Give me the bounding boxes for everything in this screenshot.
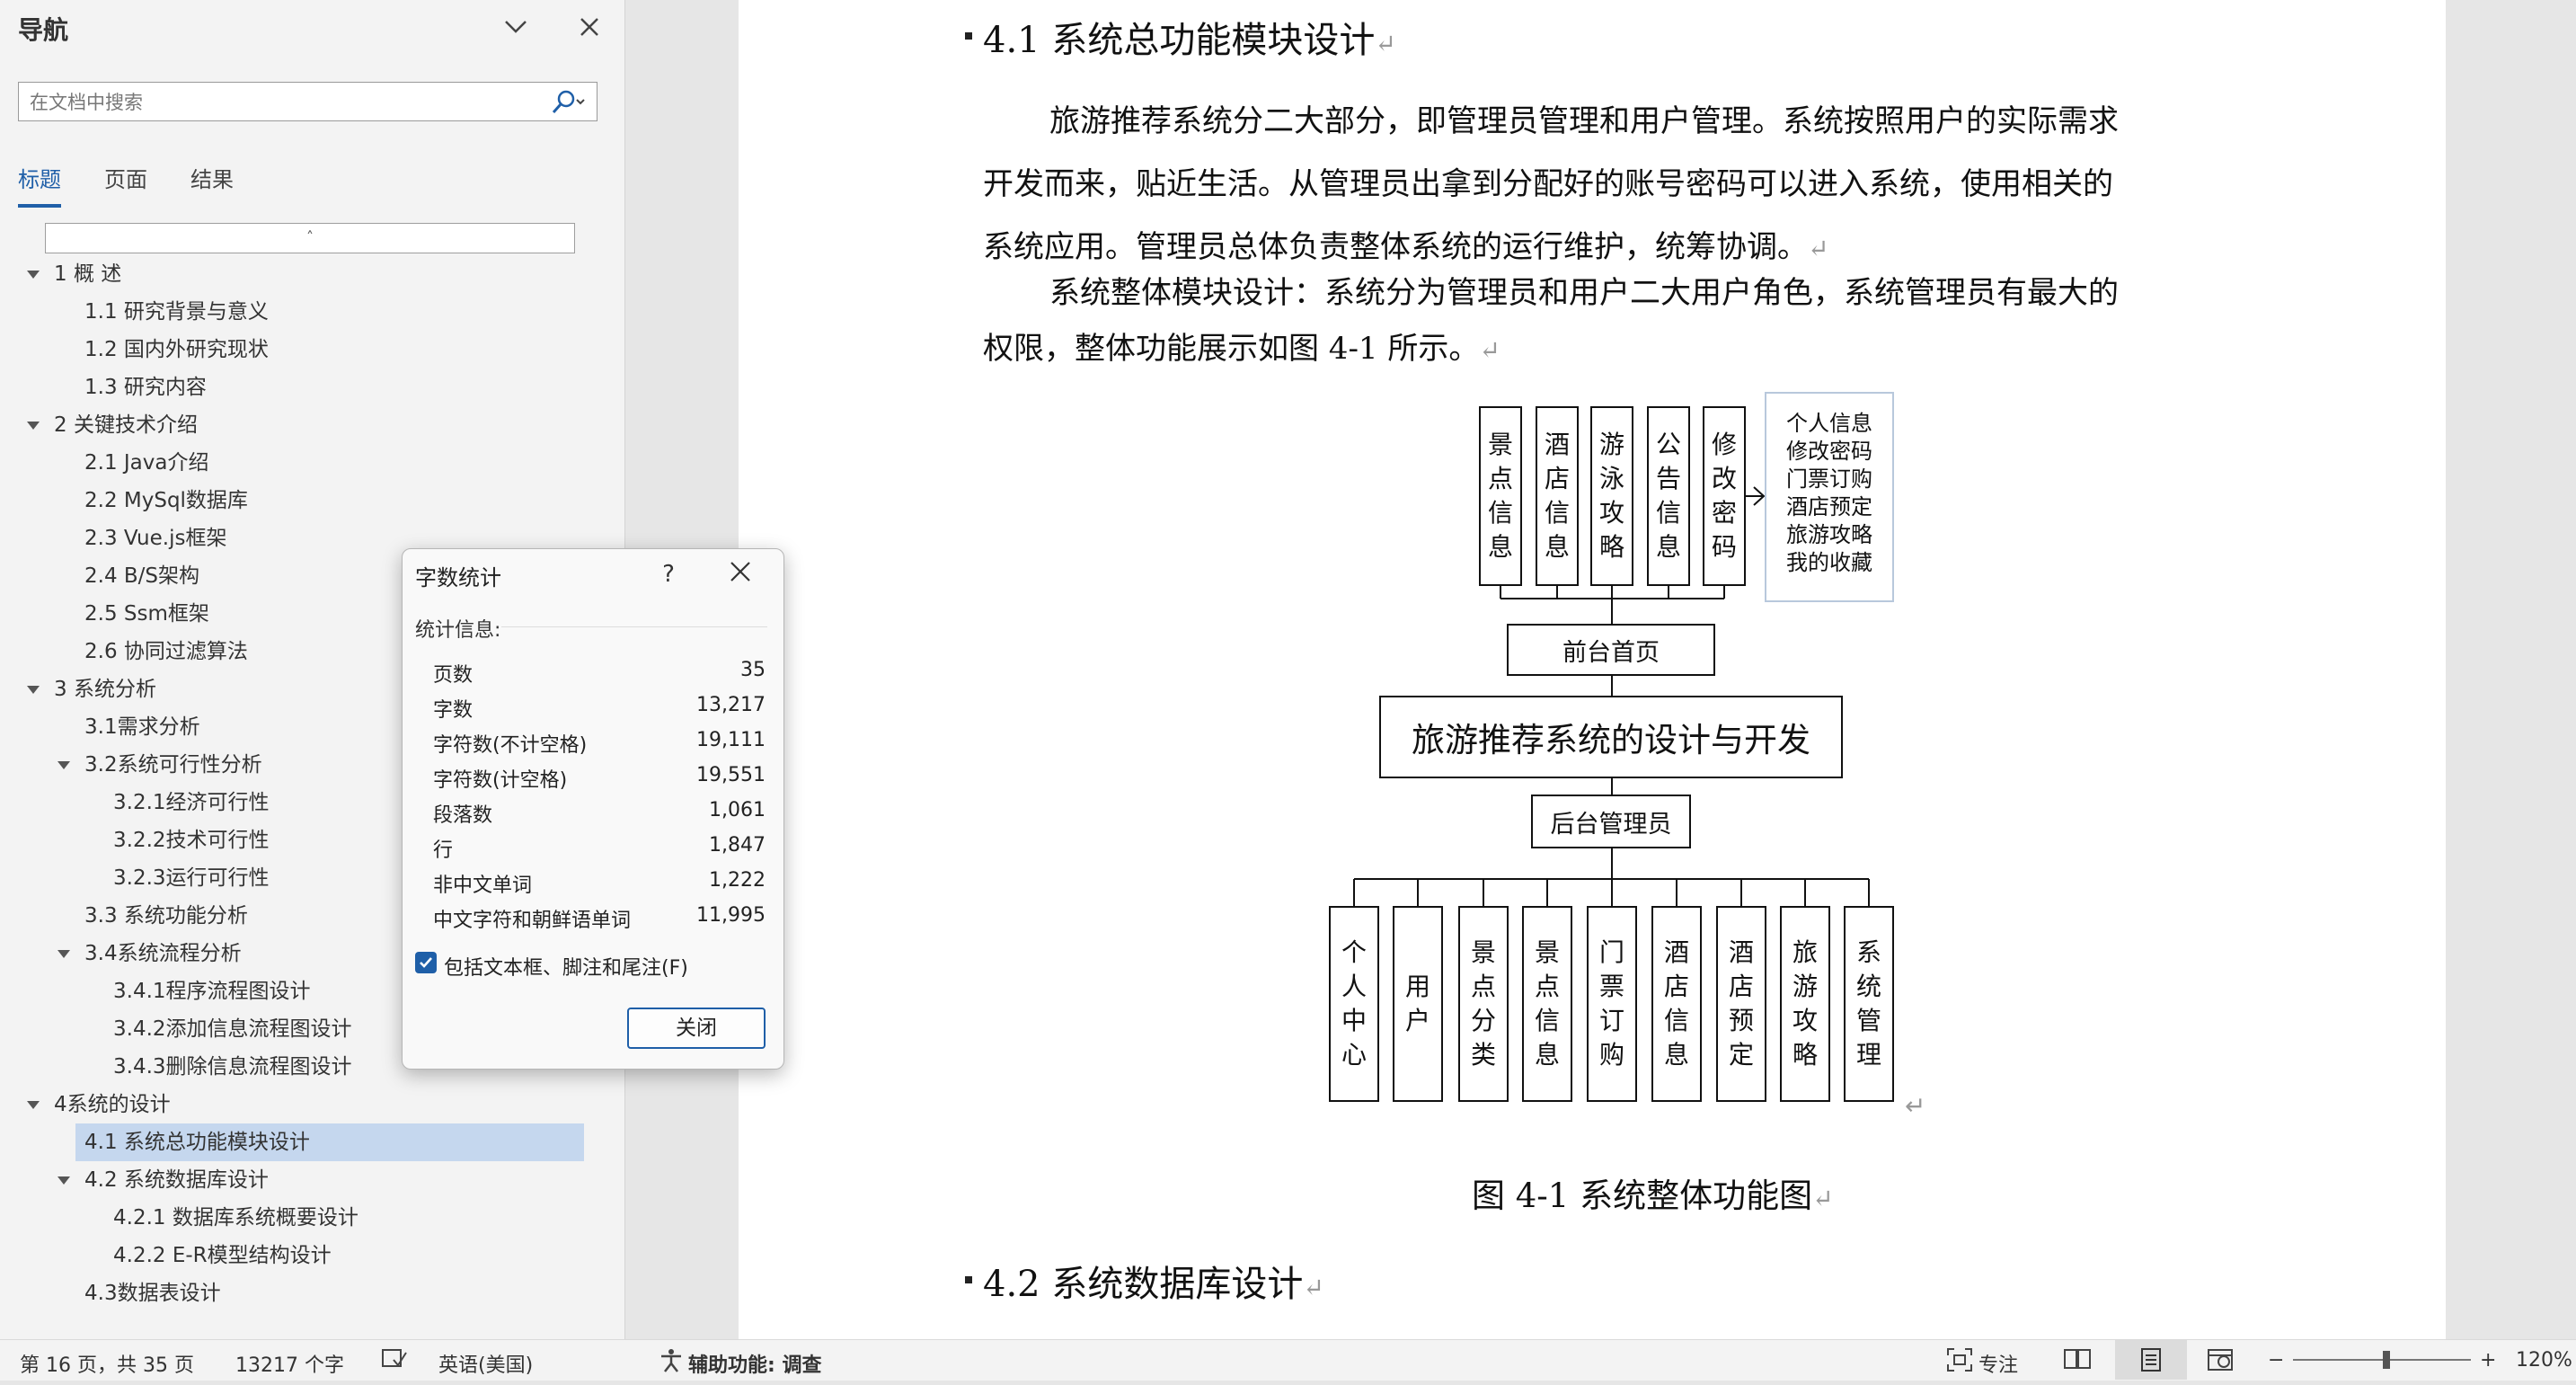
statistic-value: 19,111 (696, 729, 766, 751)
heading-bullet (965, 1276, 972, 1283)
user-function-list: 个人信息 修改密码 门票订购 酒店预定 旅游攻略 我的收藏 (1765, 392, 1894, 602)
dialog-close-button[interactable] (719, 556, 762, 592)
statistics-table: 页数 35 字数 13,217 字符数(不计空格) 19,111 字符数(计空格) 19,55… (433, 653, 766, 934)
statistic-row: 字符数(计空格) 19,551 (433, 759, 766, 794)
statistic-row: 中文字符和朝鲜语单词 11,995 (433, 899, 766, 934)
top-module-1: 景点信息 (1479, 406, 1522, 586)
accessibility-icon (658, 1347, 685, 1378)
close-icon (730, 562, 750, 582)
web-icon (2208, 1349, 2233, 1371)
accessibility-status[interactable]: 辅助功能: 调查 (688, 1349, 821, 1378)
bottom-module-1: 个人中心 (1329, 906, 1379, 1102)
zoom-level[interactable]: 120% (2516, 1349, 2572, 1372)
bottom-module-4: 景点信息 (1522, 906, 1572, 1102)
statistic-row: 页数 35 (433, 653, 766, 688)
bottom-module-2: 用户 (1393, 906, 1443, 1102)
statistic-value: 13,217 (696, 694, 766, 716)
section-heading-4-2[interactable]: 4.2 系统数据库设计↵ (965, 1255, 1324, 1307)
bottom-module-8: 旅游攻略 (1780, 906, 1830, 1102)
section-divider (501, 626, 767, 627)
backend-admin-box: 后台管理员 (1531, 795, 1691, 848)
statistic-row: 段落数 1,061 (433, 794, 766, 829)
statistic-row: 字符数(不计空格) 19,111 (433, 724, 766, 759)
statistic-label: 页数 (433, 664, 474, 687)
statistic-label: 中文字符和朝鲜语单词 (433, 910, 632, 932)
include-textboxes-label[interactable]: 包括文本框、脚注和尾注(F) (444, 952, 688, 981)
web-layout-button[interactable] (2207, 1347, 2234, 1378)
statistic-value: 35 (740, 659, 766, 681)
statistic-row: 行 1,847 (433, 829, 766, 864)
bottom-module-5: 门票订购 (1587, 906, 1637, 1102)
root-system-box: 旅游推荐系统的设计与开发 (1379, 696, 1843, 778)
zoom-slider[interactable] (2293, 1340, 2471, 1380)
read-mode-button[interactable] (2063, 1347, 2092, 1376)
statistic-row: 字数 13,217 (433, 688, 766, 724)
statistic-row: 非中文单词 1,222 (433, 864, 766, 899)
statistic-label: 字符数(计空格) (433, 769, 568, 792)
statistic-value: 1,222 (709, 869, 766, 892)
figure-caption[interactable]: 图 4-1 系统整体功能图↵ (1472, 1168, 1834, 1217)
statistic-label: 字符数(不计空格) (433, 734, 588, 757)
bottom-module-9: 系统管理 (1844, 906, 1894, 1102)
zoom-out-button[interactable]: − (2268, 1349, 2284, 1372)
book-icon (2064, 1349, 2091, 1369)
proofing-icon[interactable] (381, 1347, 408, 1376)
focus-mode-button[interactable]: 专注 (1978, 1349, 2018, 1378)
top-module-3: 游泳攻略 (1590, 406, 1633, 586)
statistic-label: 字数 (433, 699, 474, 722)
include-textboxes-checkbox[interactable] (415, 952, 437, 973)
print-layout-button[interactable] (2115, 1340, 2187, 1380)
focus-icon (1946, 1347, 1973, 1378)
dialog-title: 字数统计 (415, 565, 501, 590)
bottom-module-6: 酒店信息 (1651, 906, 1702, 1102)
bottom-module-7: 酒店预定 (1716, 906, 1766, 1102)
language-indicator[interactable]: 英语(美国) (438, 1349, 533, 1378)
checkmark-icon (420, 957, 432, 968)
diagram-paragraph-mark: ↵ (1905, 1091, 1926, 1121)
word-count-dialog: 字数统计 ? 统计信息: 页数 35 字数 13,217 字符数(不计空格) 19,111… (402, 548, 784, 1070)
page-icon (2141, 1348, 2161, 1372)
statistic-label: 非中文单词 (433, 875, 533, 897)
zoom-in-button[interactable]: + (2480, 1349, 2496, 1372)
help-button[interactable]: ? (651, 556, 686, 592)
statistic-value: 1,061 (709, 799, 766, 821)
statistic-label: 段落数 (433, 804, 493, 827)
word-count[interactable]: 13217 个字 (235, 1349, 344, 1378)
statistic-label: 行 (433, 839, 454, 862)
statistics-label: 统计信息: (415, 619, 501, 642)
diagram-connectors (1353, 486, 1870, 906)
close-button[interactable]: 关闭 (627, 1008, 766, 1049)
top-module-4: 公告信息 (1647, 406, 1690, 586)
front-home-box: 前台首页 (1507, 624, 1715, 676)
top-module-2: 酒店信息 (1536, 406, 1579, 586)
statistic-value: 11,995 (696, 904, 766, 927)
statistic-value: 19,551 (696, 764, 766, 786)
top-module-5: 修改密码 (1703, 406, 1746, 586)
status-bar: 第 16 页，共 35 页 13217 个字 英语(美国) 辅助功能: 调查 专… (0, 1339, 2576, 1381)
page-indicator[interactable]: 第 16 页，共 35 页 (20, 1349, 194, 1378)
statistic-value: 1,847 (709, 834, 766, 857)
bottom-module-3: 景点分类 (1458, 906, 1509, 1102)
